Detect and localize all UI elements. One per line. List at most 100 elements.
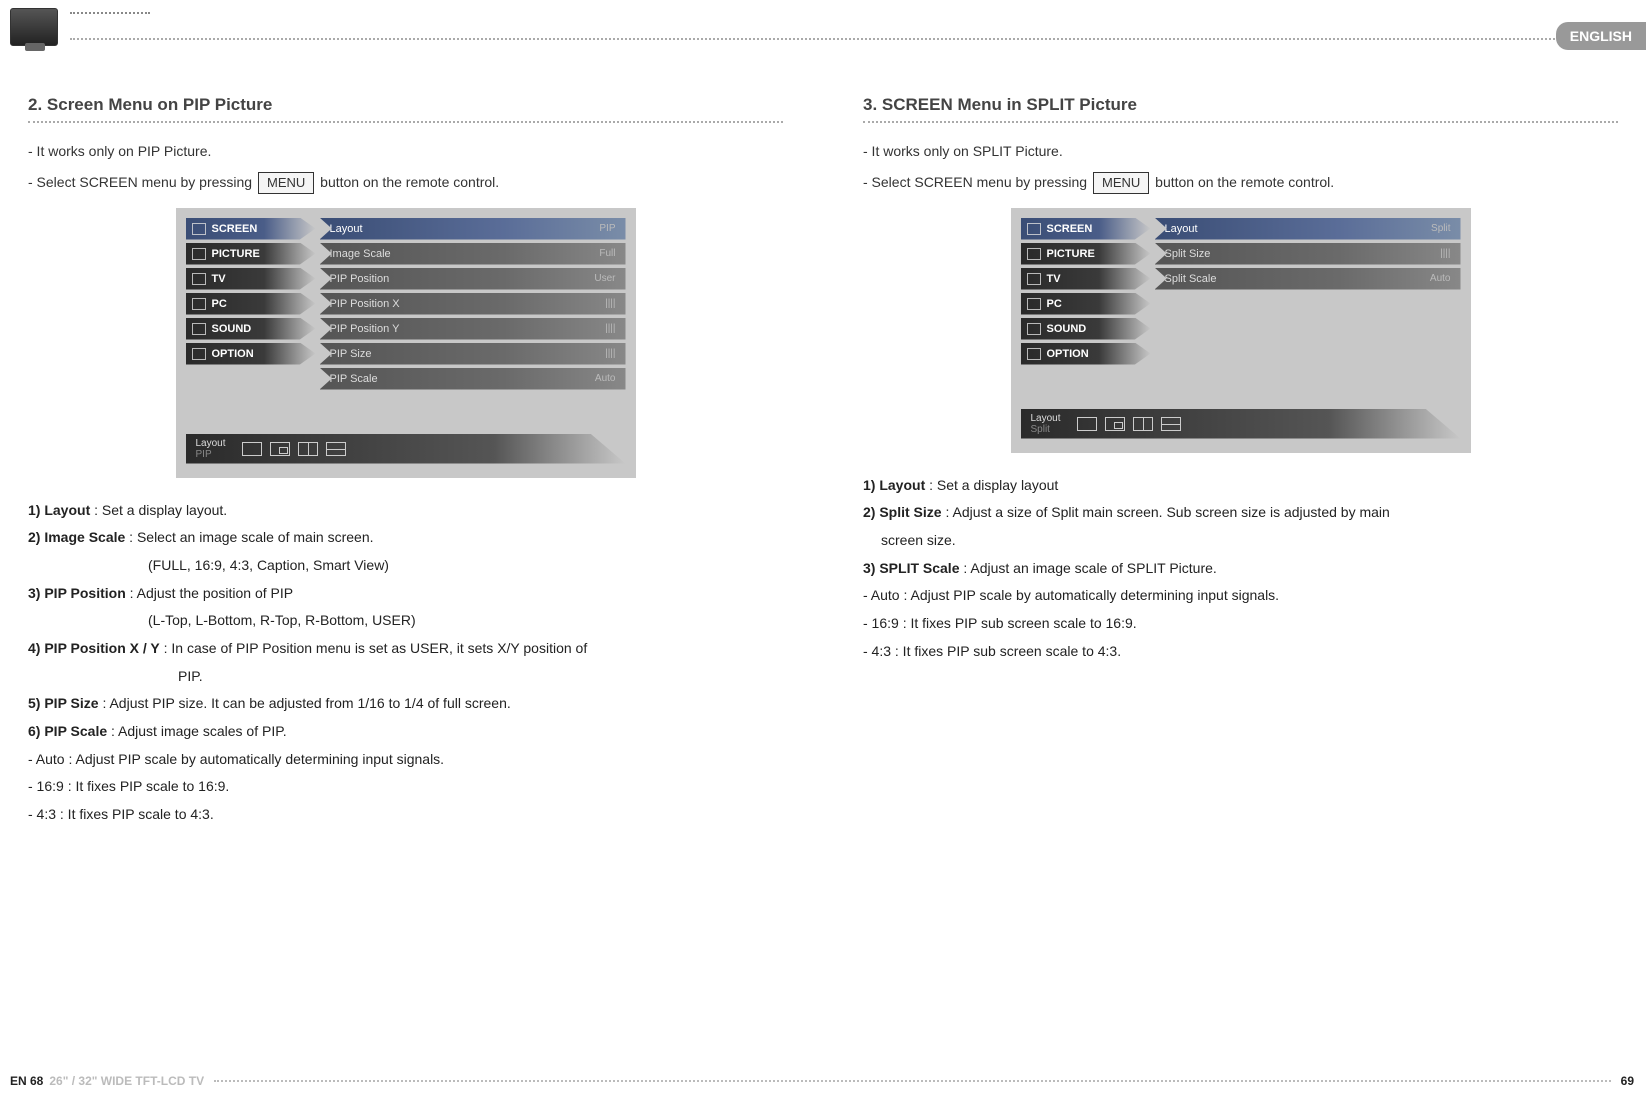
intro-line: - It works only on PIP Picture. bbox=[28, 141, 783, 162]
option-label: Layout bbox=[1165, 223, 1198, 235]
osd-option-row: Split ScaleAuto bbox=[1155, 268, 1461, 290]
nav-item-icon bbox=[192, 348, 206, 360]
option-value: Split bbox=[1431, 223, 1450, 234]
osd-option-row: PIP Position Y |||| bbox=[320, 318, 626, 340]
option-value: |||| bbox=[605, 348, 615, 359]
osd-option-row: Layout PIP bbox=[320, 218, 626, 240]
layout-split-v-icon bbox=[1161, 417, 1181, 431]
nav-item-label: SOUND bbox=[1047, 318, 1087, 340]
left-column: 2. Screen Menu on PIP Picture - It works… bbox=[28, 95, 783, 832]
nav-item-label: OPTION bbox=[1047, 343, 1089, 365]
nav-item-label: SOUND bbox=[212, 318, 252, 340]
nav-item-icon bbox=[1027, 323, 1041, 335]
osd-option-row: PIP PositionUser bbox=[320, 268, 626, 290]
layout-full-icon bbox=[242, 442, 262, 456]
nav-item-label: PICTURE bbox=[1047, 243, 1095, 265]
section-title: 3. SCREEN Menu in SPLIT Picture bbox=[863, 95, 1618, 123]
nav-item-icon bbox=[1027, 298, 1041, 310]
option-label: Image Scale bbox=[330, 248, 391, 260]
osd-nav-item: SCREEN bbox=[1021, 218, 1151, 240]
osd-nav-item: OPTION bbox=[1021, 343, 1151, 365]
nav-item-label: TV bbox=[212, 268, 226, 290]
nav-item-label: SCREEN bbox=[1047, 218, 1093, 240]
nav-item-icon bbox=[192, 323, 206, 335]
option-label: Split Size bbox=[1165, 248, 1211, 260]
intro-line: - Select SCREEN menu by pressing MENU bu… bbox=[28, 172, 783, 194]
page-number-left: EN 68 bbox=[0, 1074, 43, 1088]
option-value: |||| bbox=[605, 298, 615, 309]
layout-pip-icon bbox=[1105, 417, 1125, 431]
layout-split-h-icon bbox=[298, 442, 318, 456]
osd-nav-item: PICTURE bbox=[1021, 243, 1151, 265]
osd-option-row: Layout Split bbox=[1155, 218, 1461, 240]
page-number-right: 69 bbox=[1621, 1074, 1646, 1088]
osd-screenshot: SCREEN Layout PIP PICTURE Image Scale Full TV P… bbox=[176, 208, 636, 478]
nav-item-label: OPTION bbox=[212, 343, 254, 365]
osd-nav-item: SOUND bbox=[1021, 318, 1151, 340]
layout-full-icon bbox=[1077, 417, 1097, 431]
option-value: Auto bbox=[1430, 273, 1451, 284]
nav-item-icon bbox=[1027, 348, 1041, 360]
text: - Select SCREEN menu by pressing bbox=[28, 174, 256, 190]
osd-nav-item: TV bbox=[1021, 268, 1151, 290]
option-label: PIP Position X bbox=[330, 298, 400, 310]
description-list: 1) Layout : Set a display layout 2) Spli… bbox=[863, 475, 1618, 663]
text: button on the remote control. bbox=[320, 174, 499, 190]
osd-option-row: Split Size |||| bbox=[1155, 243, 1461, 265]
layout-split-v-icon bbox=[326, 442, 346, 456]
option-value: Full bbox=[599, 248, 615, 259]
layout-split-h-icon bbox=[1133, 417, 1153, 431]
osd-nav-item: PC bbox=[186, 293, 316, 315]
nav-item-label: TV bbox=[1047, 268, 1061, 290]
osd-nav-item: PICTURE bbox=[186, 243, 316, 265]
nav-item-label: PICTURE bbox=[212, 243, 260, 265]
layout-icons bbox=[242, 442, 346, 456]
decorative-dots bbox=[70, 12, 150, 14]
option-label: PIP Scale bbox=[330, 373, 378, 385]
layout-icons bbox=[1077, 417, 1181, 431]
osd-option-row: PIP Position X |||| bbox=[320, 293, 626, 315]
osd-bottom-bar: Layout PIP bbox=[186, 434, 626, 464]
option-value: |||| bbox=[605, 323, 615, 334]
osd-nav-item: SOUND bbox=[186, 318, 316, 340]
osd-bottom-bar: Layout Split bbox=[1021, 409, 1461, 439]
nav-item-icon bbox=[1027, 273, 1041, 285]
osd-option-row: Image Scale Full bbox=[320, 243, 626, 265]
option-label: Layout bbox=[330, 223, 363, 235]
osd-bottom-label: Layout PIP bbox=[196, 438, 226, 460]
page-footer: EN 68 26" / 32" WIDE TFT-LCD TV 69 bbox=[0, 1074, 1646, 1088]
right-column: 3. SCREEN Menu in SPLIT Picture - It wor… bbox=[863, 95, 1618, 832]
option-label: PIP Position Y bbox=[330, 323, 400, 335]
nav-item-icon bbox=[192, 273, 206, 285]
nav-item-label: PC bbox=[212, 293, 227, 315]
intro-line: - Select SCREEN menu by pressing MENU bu… bbox=[863, 172, 1618, 194]
option-value: PIP bbox=[599, 223, 615, 234]
product-model: 26" / 32" WIDE TFT-LCD TV bbox=[49, 1074, 204, 1088]
osd-nav-item: PC bbox=[1021, 293, 1151, 315]
text: button on the remote control. bbox=[1155, 174, 1334, 190]
tv-product-icon bbox=[10, 8, 58, 46]
osd-option-row: PIP Size|||| bbox=[320, 343, 626, 365]
osd-screenshot: SCREEN Layout Split PICTURE Split Size |||| TV… bbox=[1011, 208, 1471, 453]
osd-nav-item: OPTION bbox=[186, 343, 316, 365]
nav-item-label: SCREEN bbox=[212, 218, 258, 240]
nav-item-icon bbox=[192, 248, 206, 260]
osd-nav-item: TV bbox=[186, 268, 316, 290]
layout-pip-icon bbox=[270, 442, 290, 456]
nav-item-icon bbox=[1027, 223, 1041, 235]
nav-item-icon bbox=[1027, 248, 1041, 260]
nav-item-label: PC bbox=[1047, 293, 1062, 315]
nav-item-icon bbox=[192, 298, 206, 310]
decorative-dots bbox=[70, 38, 1598, 40]
osd-bottom-label: Layout Split bbox=[1031, 413, 1061, 435]
osd-option-row: PIP Scale Auto bbox=[320, 368, 626, 390]
language-tab: ENGLISH bbox=[1556, 22, 1646, 50]
option-value: User bbox=[594, 273, 615, 284]
menu-button-label: MENU bbox=[1093, 172, 1149, 194]
text: - Select SCREEN menu by pressing bbox=[863, 174, 1091, 190]
section-title: 2. Screen Menu on PIP Picture bbox=[28, 95, 783, 123]
option-value: |||| bbox=[1440, 248, 1450, 259]
nav-item-icon bbox=[192, 223, 206, 235]
option-value: Auto bbox=[595, 373, 616, 384]
intro-line: - It works only on SPLIT Picture. bbox=[863, 141, 1618, 162]
